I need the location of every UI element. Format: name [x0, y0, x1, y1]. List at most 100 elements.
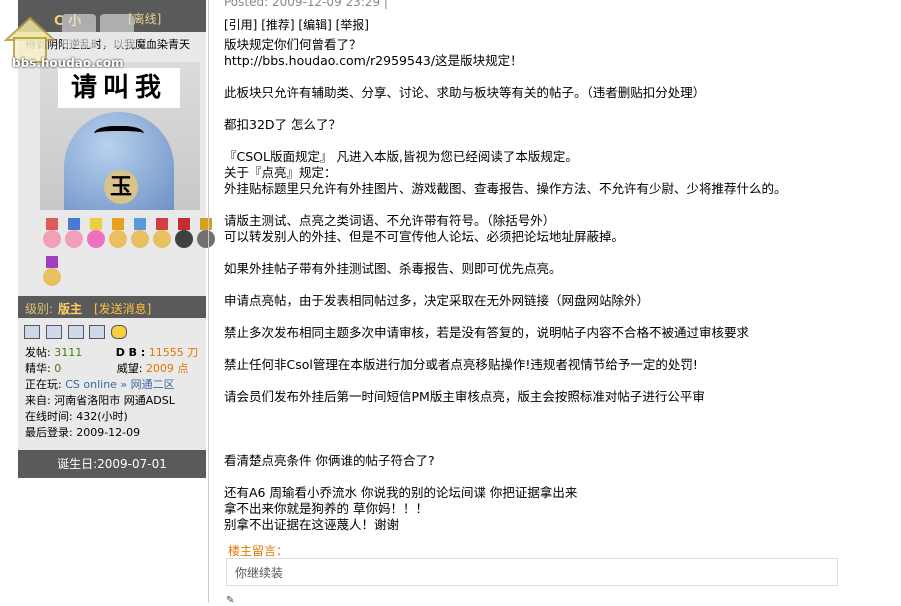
owner-comment-box: 你继续装: [226, 558, 838, 586]
post-line: 此板块只允许有辅助类、分享、讨论、求助与板块等有关的帖子。（违者删贴扣分处理）: [224, 85, 706, 100]
medal-ribbon: [112, 218, 124, 230]
medal-ribbon: [46, 256, 58, 268]
level-value: 版主: [58, 302, 83, 316]
medal-icon[interactable]: [86, 218, 106, 252]
add-friend-icon[interactable]: [67, 324, 84, 339]
post-line: 禁止任何非Csol管理在本版进行加分或者点亮移贴操作!违规者视情节给予一定的处罚…: [224, 357, 698, 372]
post-actions: [引用] [推荐] [编辑] [举报]: [224, 16, 369, 33]
homepage-icon[interactable]: [89, 324, 106, 339]
avatar-caption: 请叫我: [58, 68, 180, 108]
stat-row-last-login: 最后登录: 2009-12-09: [25, 426, 141, 439]
medal-disk: [87, 230, 105, 248]
post-line: 请版主测试、点亮之类词语、不允许带有符号。（除括号外）: [224, 213, 556, 228]
medal-disk: [43, 268, 61, 286]
user-panel: C 小 [离线] 待到阴阳逆乱时，以我魔血染青天 请叫我 玉 级别: 版主 [发…: [18, 0, 215, 478]
stat-row-playing: 正在玩: CS online » 网通二区: [25, 378, 175, 391]
medal-disk: [197, 230, 215, 248]
send-message-link[interactable]: [发送消息]: [94, 300, 151, 317]
online-time-value: 432(小时): [76, 410, 128, 423]
medal-icon[interactable]: [64, 218, 84, 252]
report-button[interactable]: [举报]: [336, 18, 369, 32]
post-line[interactable]: http://bbs.houdao.com/r2959543/这是版块规定！: [224, 53, 894, 69]
medal-icon[interactable]: [42, 218, 62, 252]
posted-time: Posted: 2009-12-09 23:29 |: [224, 0, 388, 9]
medal-disk: [153, 230, 171, 248]
medal-ribbon: [46, 218, 58, 230]
post-line: 关于『点亮』规定：: [224, 165, 337, 180]
post-line: 申请点亮帖，由于发表相同帖过多，决定采取在无外网链接（网盘网站除外）: [224, 293, 650, 308]
medal-icon[interactable]: [108, 218, 128, 252]
post-line: 都扣32D了 怎么了？: [224, 117, 342, 132]
message-icon[interactable]: [45, 324, 62, 339]
birthday-bar: 诞生日:2009-07-01: [18, 450, 206, 478]
medal-ribbon: [68, 218, 80, 230]
stat-row-from: 来自: 河南省洛阳市 网通ADSL: [25, 394, 175, 407]
divider: [208, 0, 209, 603]
post-line: 拿不出来你就是狗养的 草你妈！！！: [224, 501, 428, 516]
post-line: 还有A6 周瑜看小乔流水 你说我的别的论坛间谍 你把证据拿出来: [224, 485, 578, 500]
medal-disk: [65, 230, 83, 248]
stat-row-online: 在线时间: 432(小时): [25, 410, 128, 423]
essence-count: 0: [54, 362, 62, 375]
posts-count: 3111: [54, 346, 83, 359]
post-line: 『CSOL版面规定』 凡进入本版,皆视为您已经阅读了本版规定。: [224, 149, 578, 164]
medal-list: [42, 218, 218, 294]
medal-ribbon: [178, 218, 190, 230]
medal-disk: [43, 230, 61, 248]
playing-game-link[interactable]: CS online » 网通二区: [65, 378, 174, 391]
recommend-button[interactable]: [推荐]: [261, 18, 294, 32]
medal-icon[interactable]: [42, 256, 62, 290]
post-line: 看清楚点亮条件 你俩谁的帖子符合了?: [224, 453, 435, 468]
medal-disk: [109, 230, 127, 248]
post-line: 禁止多次发布相同主题多次申请审核，若是没有答复的，说明帖子内容不合格不被通过审核…: [224, 325, 750, 340]
last-login-value: 2009-12-09: [76, 426, 141, 439]
medal-disk: [175, 230, 193, 248]
post-body: 版块规定你们何曾看了？ http://bbs.houdao.com/r295954…: [224, 37, 894, 533]
avatar-jade-character: 玉: [104, 170, 138, 204]
owner-comment-label: 楼主留言：: [228, 544, 289, 558]
avatar-face: 玉: [64, 112, 174, 210]
pencil-icon[interactable]: ✎: [226, 595, 236, 606]
medal-icon[interactable]: [196, 218, 216, 252]
post-line: 别拿不出证据在这诬蔑人！谢谢: [224, 517, 400, 532]
medal-ribbon: [134, 218, 146, 230]
location-value: 河南省洛阳市 网通ADSL: [54, 394, 175, 407]
avatar-brow: [94, 126, 144, 145]
medal-ribbon: [200, 218, 212, 230]
user-action-icons: [24, 324, 129, 339]
post-line: 版块规定你们何曾看了？: [224, 37, 362, 52]
medal-ribbon: [90, 218, 102, 230]
medal-disk: [131, 230, 149, 248]
stat-row-essence: 精华: 0 威望: 2009 点: [25, 362, 189, 375]
level-bar: 级别: 版主 [发送消息]: [18, 296, 206, 318]
post-line: 可以转发别人的外挂、但是不可宣传他人论坛、必须把论坛地址屏蔽掉。: [224, 229, 625, 244]
edit-button[interactable]: [编辑]: [298, 18, 331, 32]
post-line: 如果外挂帖子带有外挂测试图、杀毒报告、则即可优先点亮。: [224, 261, 562, 276]
prestige-value: 2009 点: [145, 362, 189, 375]
site-logo-url: bbs.houdao.com: [12, 56, 124, 70]
post-line: 外挂贴标题里只允许有外挂图片、游戏截图、查毒报告、操作方法、不允许有少尉、少将推…: [224, 181, 787, 196]
avatar: 请叫我 玉: [40, 62, 200, 210]
profile-card-icon[interactable]: [24, 324, 40, 339]
medal-icon[interactable]: [152, 218, 172, 252]
site-logo: bbs.houdao.com: [0, 4, 160, 70]
medal-icon[interactable]: [130, 218, 150, 252]
medal-icon[interactable]: [174, 218, 194, 252]
post-line: 请会员们发布外挂后第一时间短信PM版主审核点亮，版主会按照标准对帖子进行公平审: [224, 389, 705, 404]
qq-icon[interactable]: [111, 324, 128, 339]
quote-button[interactable]: [引用]: [224, 18, 257, 32]
level-label: 级别:: [25, 302, 54, 316]
db-value: 11555 刀: [148, 346, 199, 359]
